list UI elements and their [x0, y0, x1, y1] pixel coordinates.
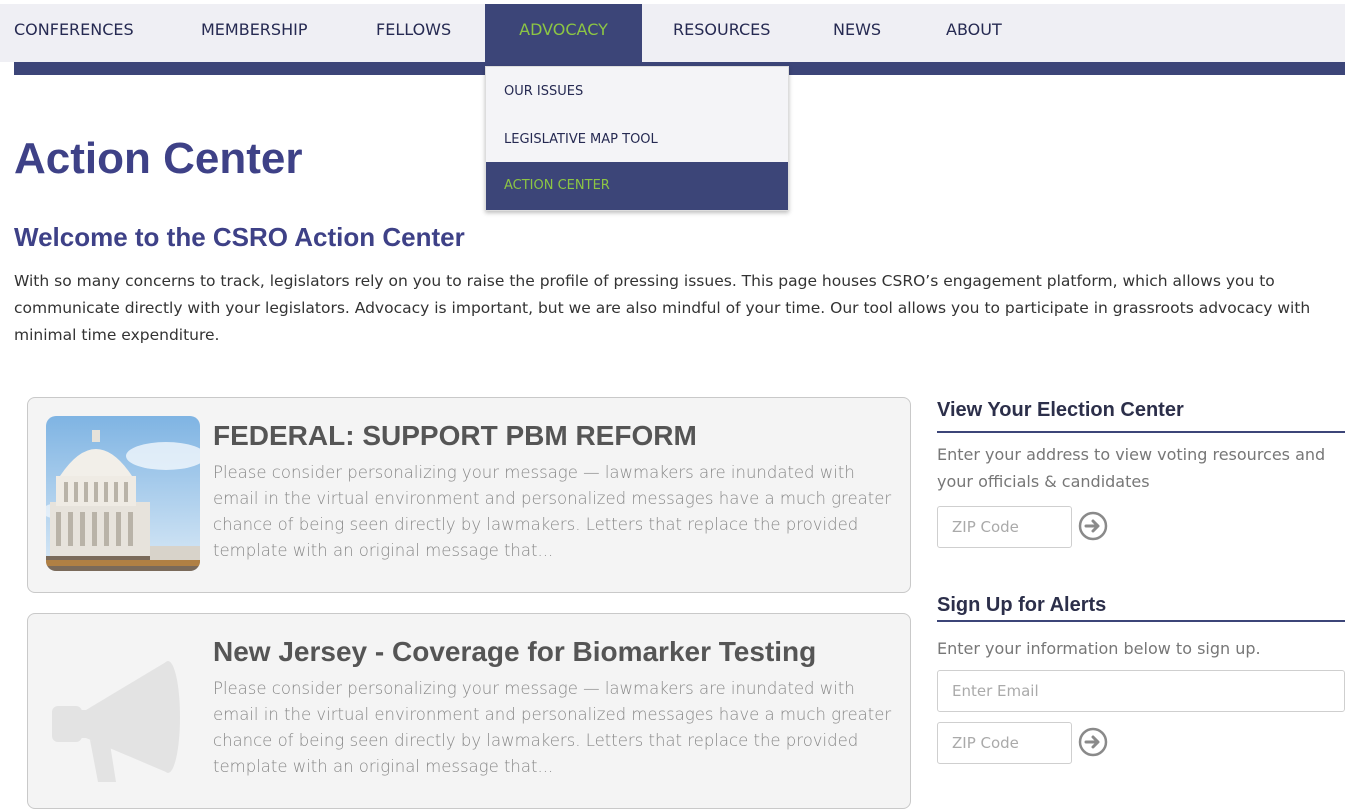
- election-zip-input[interactable]: [937, 506, 1072, 548]
- alerts-submit-arrow-icon[interactable]: [1078, 727, 1108, 757]
- capitol-building-image: [46, 416, 200, 571]
- card-title[interactable]: FEDERAL: SUPPORT PBM REFORM: [213, 420, 697, 452]
- dropdown-item-our-issues[interactable]: OUR ISSUES: [486, 68, 788, 116]
- nav-about[interactable]: ABOUT: [946, 4, 1002, 62]
- intro-paragraph: With so many concerns to track, legislat…: [14, 272, 1311, 344]
- alerts-heading: Sign Up for Alerts: [937, 594, 1107, 616]
- heading-divider: [937, 431, 1345, 433]
- nav-advocacy[interactable]: ADVOCACY: [485, 4, 642, 62]
- election-center-heading: View Your Election Center: [937, 399, 1184, 421]
- action-card-nj-biomarker[interactable]: New Jersey - Coverage for Biomarker Test…: [27, 613, 911, 809]
- nav-conferences[interactable]: CONFERENCES: [14, 4, 134, 62]
- advocacy-dropdown-menu: OUR ISSUES LEGISLATIVE MAP TOOL ACTION C…: [485, 66, 789, 211]
- nav-resources[interactable]: RESOURCES: [673, 4, 770, 62]
- dropdown-item-action-center[interactable]: ACTION CENTER: [486, 162, 788, 210]
- alerts-email-input[interactable]: [937, 670, 1345, 712]
- heading-divider: [937, 620, 1345, 622]
- welcome-heading: Welcome to the CSRO Action Center: [14, 222, 465, 252]
- alerts-description: Enter your information below to sign up.: [937, 639, 1261, 658]
- nav-news[interactable]: NEWS: [833, 4, 881, 62]
- action-card-pbm-reform[interactable]: FEDERAL: SUPPORT PBM REFORM Please consi…: [27, 397, 911, 593]
- card-description: Please consider personalizing your messa…: [213, 679, 892, 776]
- election-submit-arrow-icon[interactable]: [1078, 511, 1108, 541]
- page-title: Action Center: [14, 134, 303, 183]
- nav-fellows[interactable]: FELLOWS: [376, 4, 451, 62]
- dropdown-item-legislative-map-tool[interactable]: LEGISLATIVE MAP TOOL: [486, 116, 788, 164]
- election-center-description: Enter your address to view voting resour…: [937, 445, 1326, 491]
- card-description: Please consider personalizing your messa…: [213, 463, 892, 560]
- nav-membership[interactable]: MEMBERSHIP: [201, 4, 307, 62]
- megaphone-icon: [46, 632, 200, 787]
- alerts-zip-input[interactable]: [937, 722, 1072, 764]
- card-title[interactable]: New Jersey - Coverage for Biomarker Test…: [213, 636, 816, 668]
